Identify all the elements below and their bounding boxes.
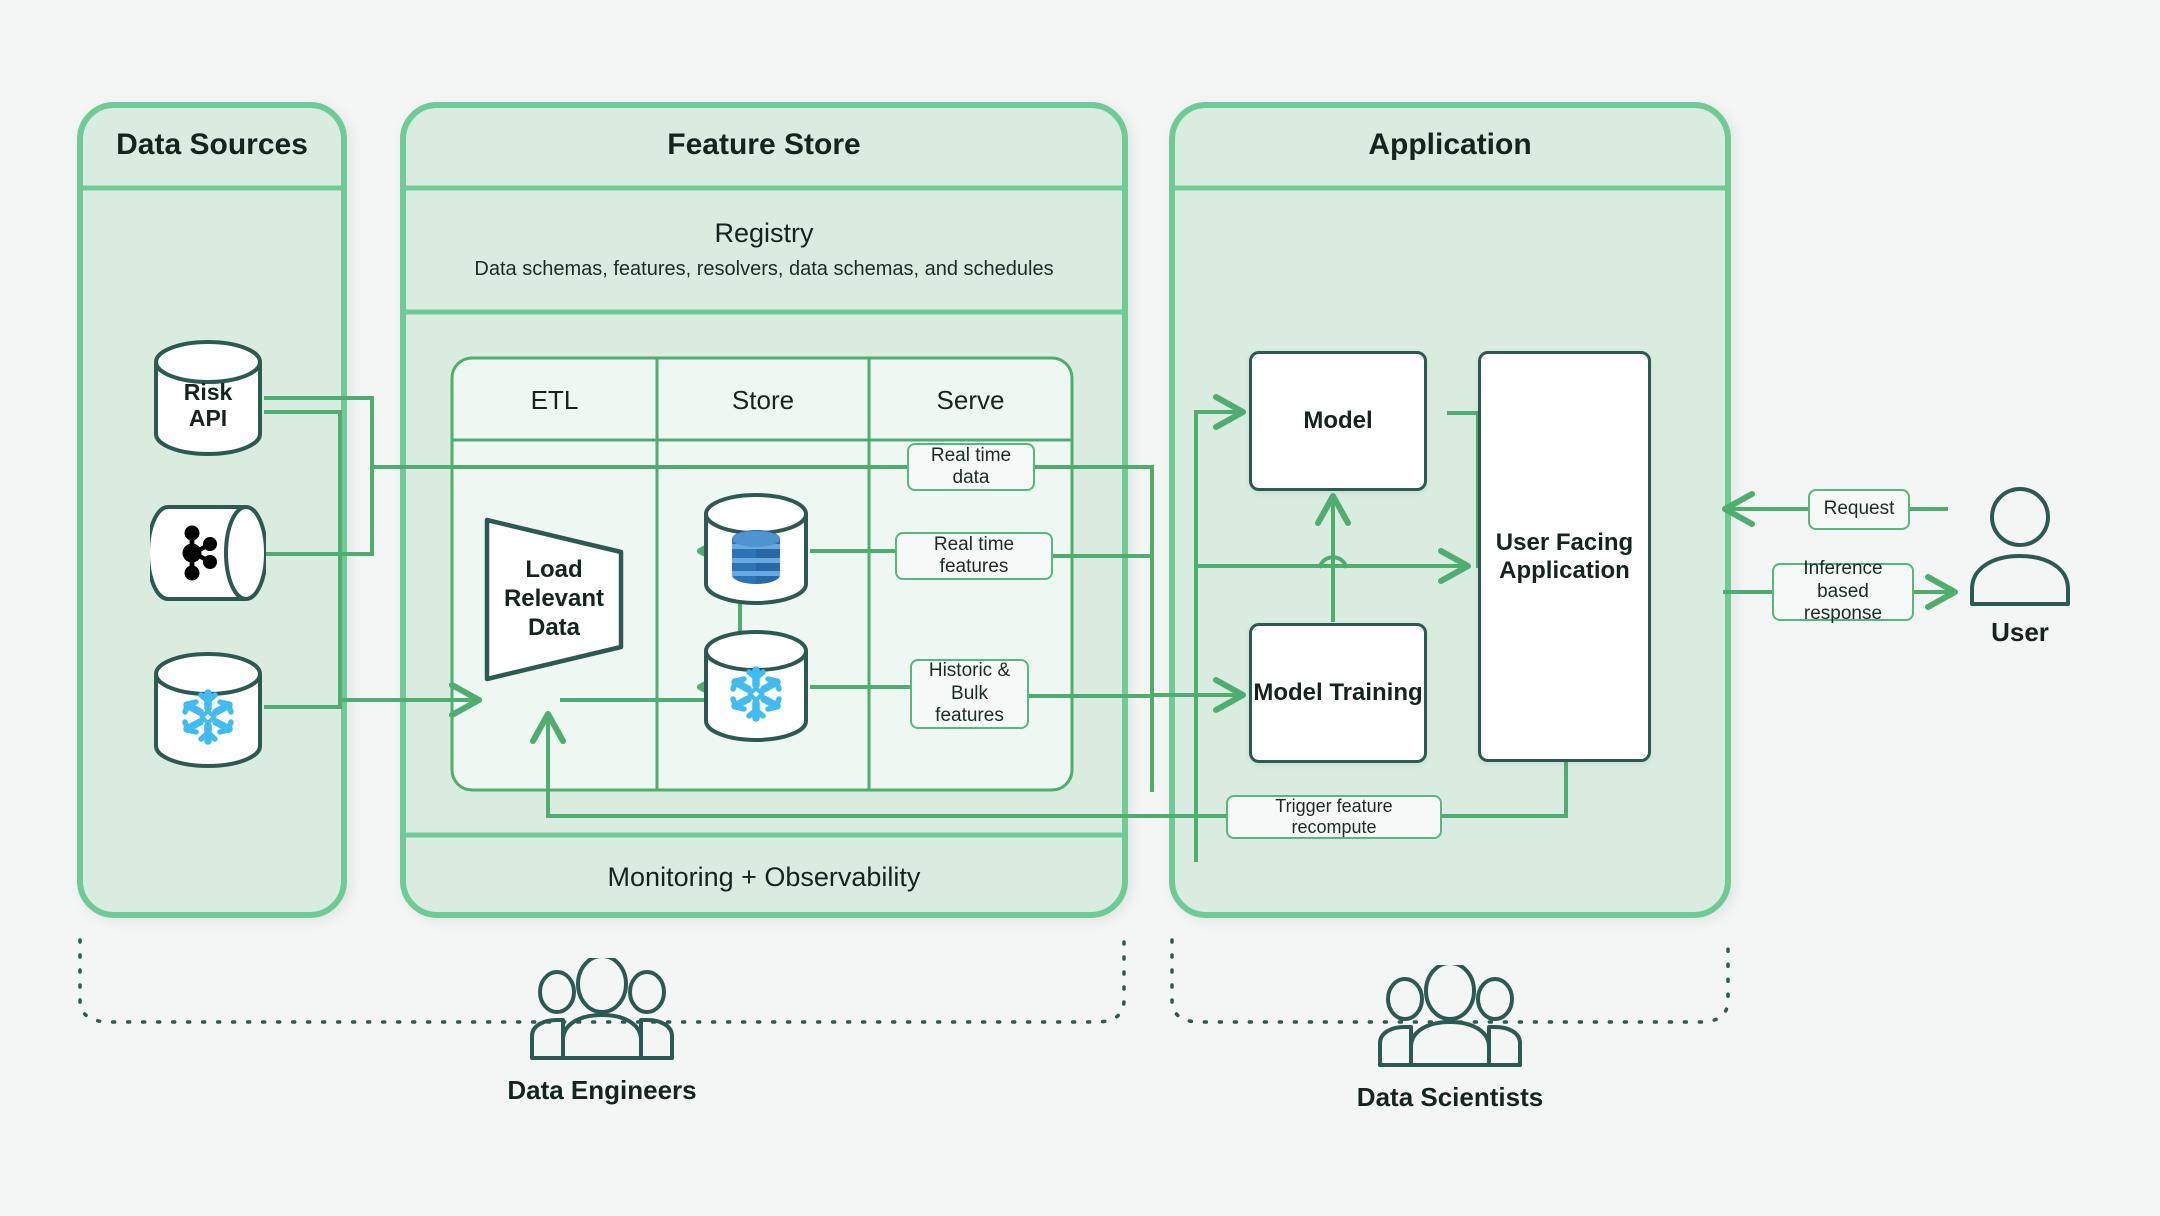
user-facing-app-label: User Facing Application bbox=[1496, 529, 1633, 585]
response-text: Inference based response bbox=[1784, 558, 1902, 625]
serve-label-text: Real time features bbox=[907, 534, 1041, 579]
cylinder-horizontal-shape bbox=[150, 502, 266, 604]
user-label-text: User bbox=[1991, 617, 2049, 647]
cylinder-vertical-shape bbox=[700, 493, 812, 605]
data-source-risk-api[interactable]: Risk API bbox=[150, 340, 266, 456]
edge-risk-api-to-realtime-data bbox=[266, 398, 907, 467]
store-snowflake[interactable] bbox=[700, 630, 812, 742]
cylinder-vertical-shape bbox=[150, 340, 266, 456]
serve-label-real-time-features[interactable]: Real time features bbox=[895, 532, 1053, 580]
serve-label-text: Real time data bbox=[919, 445, 1023, 490]
data-source-kafka[interactable] bbox=[150, 502, 266, 604]
request-text: Request bbox=[1824, 498, 1895, 520]
external-response-label[interactable]: Inference based response bbox=[1772, 563, 1914, 621]
edge-trigger-to-etl bbox=[548, 714, 1152, 816]
team-data-engineers[interactable]: Data Engineers bbox=[502, 958, 702, 1106]
model-label: Model bbox=[1303, 407, 1372, 435]
store-dynamodb[interactable] bbox=[700, 493, 812, 605]
edge-model-to-app bbox=[1449, 413, 1478, 566]
user-label: User bbox=[1950, 617, 2090, 648]
data-source-snowflake[interactable] bbox=[150, 652, 266, 768]
etl-process-label: Load Relevant Data bbox=[479, 512, 629, 687]
user-icon bbox=[1950, 484, 2090, 616]
etl-process-label-text: Load Relevant Data bbox=[479, 556, 629, 642]
team-label-text: Data Engineers bbox=[507, 1075, 696, 1105]
team-label: Data Engineers bbox=[502, 1075, 702, 1106]
model-training-label: Model Training bbox=[1253, 679, 1422, 707]
application-trigger-recompute[interactable]: Trigger feature recompute bbox=[1226, 795, 1442, 839]
external-user[interactable]: User bbox=[1950, 484, 2090, 648]
people-group-icon bbox=[1350, 965, 1550, 1075]
external-request-label[interactable]: Request bbox=[1808, 489, 1910, 530]
serve-label-text: Historic & Bulk features bbox=[922, 660, 1017, 727]
serve-label-real-time-data[interactable]: Real time data bbox=[907, 443, 1035, 491]
application-model-training[interactable]: Model Training bbox=[1249, 623, 1427, 763]
cylinder-vertical-shape bbox=[700, 630, 812, 742]
team-label-text: Data Scientists bbox=[1357, 1082, 1543, 1112]
application-model[interactable]: Model bbox=[1249, 351, 1427, 491]
serve-label-historic-bulk[interactable]: Historic & Bulk features bbox=[910, 659, 1029, 729]
diagram-canvas: Data Sources Feature Store Application R… bbox=[0, 0, 2160, 1216]
etl-load-relevant-data[interactable]: Load Relevant Data bbox=[479, 512, 629, 687]
application-user-facing-app[interactable]: User Facing Application bbox=[1478, 351, 1651, 762]
trigger-recompute-label: Trigger feature recompute bbox=[1238, 796, 1430, 838]
team-label: Data Scientists bbox=[1350, 1082, 1550, 1113]
team-data-scientists[interactable]: Data Scientists bbox=[1350, 965, 1550, 1113]
people-group-icon bbox=[502, 958, 702, 1068]
edge-app-to-trigger bbox=[1431, 760, 1566, 816]
cylinder-vertical-shape bbox=[150, 652, 266, 768]
